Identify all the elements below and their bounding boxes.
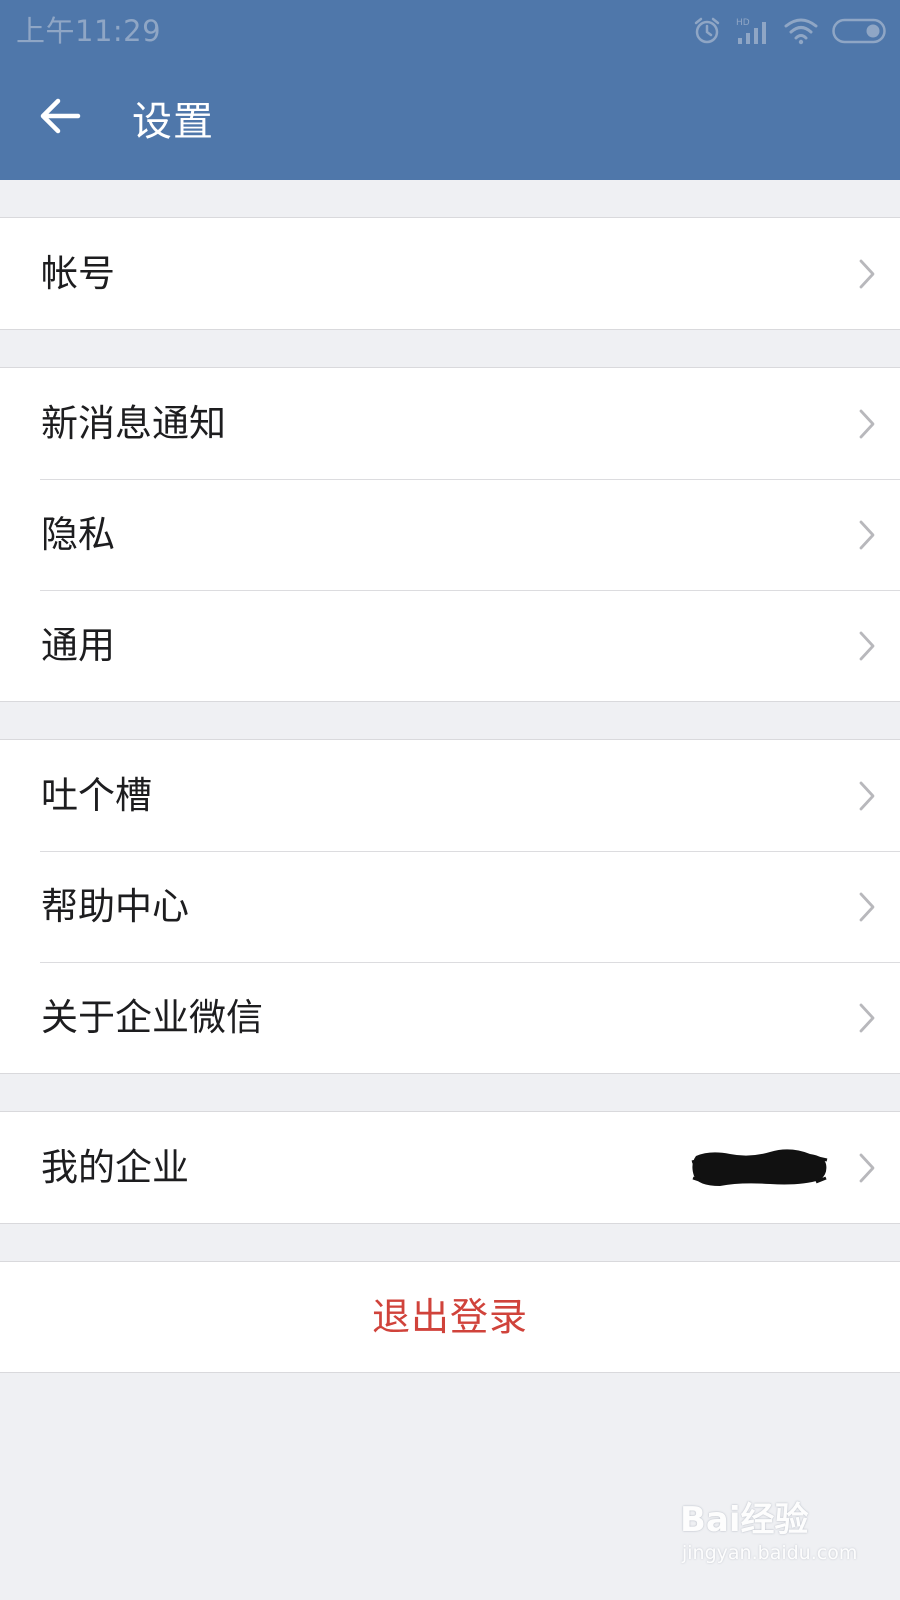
chevron-right-icon (859, 892, 875, 922)
chevron-right-icon (859, 1153, 875, 1183)
watermark-brand: Bai经验 (680, 1500, 809, 1540)
baidu-jingyan-watermark: Bai经验 jingyan.baidu.com (680, 1486, 860, 1578)
settings-item-label: 帮助中心 (41, 885, 189, 928)
svg-text:HD: HD (736, 18, 750, 28)
chevron-right-icon (859, 1003, 875, 1033)
page-title: 设置 (132, 99, 214, 145)
settings-item-label: 关于企业微信 (41, 996, 263, 1039)
alarm-icon (692, 16, 722, 46)
wifi-icon (784, 17, 818, 45)
settings-item-my-enterprise[interactable]: 我的企业 (0, 1112, 900, 1223)
settings-list: 帐号 新消息通知 隐私 通用 吐个槽 帮助中心 关于企业微信 我的企业 退出登录 (0, 180, 900, 1373)
logout-label: 退出登录 (371, 1295, 528, 1339)
group-preferences: 新消息通知 隐私 通用 (0, 367, 900, 702)
back-button[interactable] (30, 86, 90, 146)
chevron-right-icon (859, 781, 875, 811)
chevron-right-icon (859, 520, 875, 550)
app-header: 上午11:29 HD 设置 (0, 0, 900, 180)
group-enterprise: 我的企业 (0, 1111, 900, 1224)
settings-item-label: 吐个槽 (41, 774, 152, 817)
settings-item-help-center[interactable]: 帮助中心 (0, 851, 900, 962)
status-bar: 上午11:29 HD (0, 0, 900, 62)
settings-item-about[interactable]: 关于企业微信 (0, 962, 900, 1073)
settings-item-label: 新消息通知 (41, 402, 226, 445)
chevron-right-icon (859, 409, 875, 439)
signal-hd-icon: HD (736, 16, 770, 46)
settings-item-label: 通用 (41, 624, 115, 667)
settings-item-privacy[interactable]: 隐私 (0, 479, 900, 590)
status-time: 上午11:29 (16, 14, 162, 48)
group-logout: 退出登录 (0, 1261, 900, 1373)
settings-item-account[interactable]: 帐号 (0, 218, 900, 329)
redacted-value (691, 1149, 828, 1186)
settings-item-notifications[interactable]: 新消息通知 (0, 368, 900, 479)
group-support: 吐个槽 帮助中心 关于企业微信 (0, 739, 900, 1074)
settings-item-feedback[interactable]: 吐个槽 (0, 740, 900, 851)
nav-bar: 设置 (0, 62, 900, 180)
settings-item-label: 我的企业 (41, 1146, 189, 1189)
arrow-left-icon (40, 98, 81, 134)
battery-icon (832, 18, 886, 44)
chevron-right-icon (859, 259, 875, 289)
status-icons: HD (692, 14, 886, 48)
settings-item-label: 帐号 (41, 252, 115, 295)
watermark-url: jingyan.baidu.com (682, 1542, 858, 1564)
settings-item-general[interactable]: 通用 (0, 590, 900, 701)
chevron-right-icon (859, 631, 875, 661)
group-account: 帐号 (0, 217, 900, 330)
settings-item-label: 隐私 (41, 513, 115, 556)
logout-button[interactable]: 退出登录 (0, 1262, 900, 1372)
